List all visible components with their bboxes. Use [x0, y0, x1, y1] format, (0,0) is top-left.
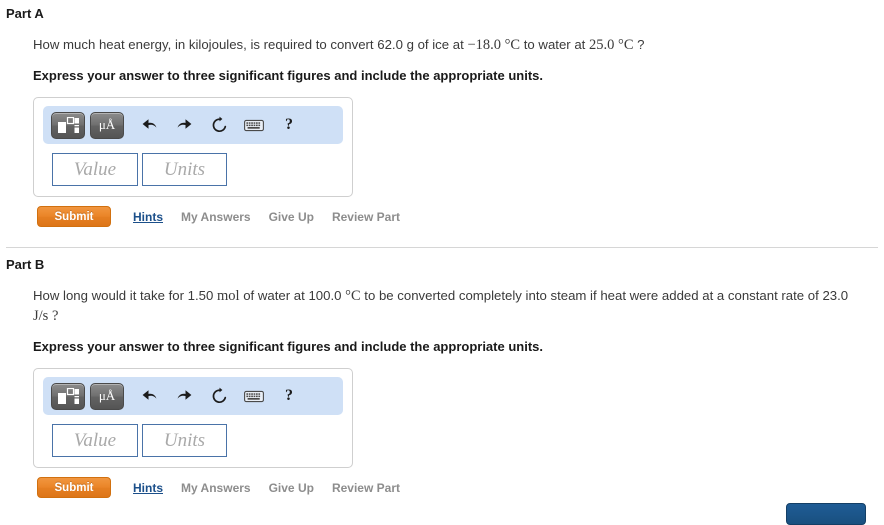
undo-glyph — [142, 119, 156, 129]
redo-glyph — [177, 390, 191, 400]
reset-glyph — [212, 387, 226, 404]
help-icon[interactable]: ? — [274, 383, 304, 410]
part-a-question: How much heat energy, in kilojoules, is … — [33, 35, 854, 55]
part-b-rate-unit: J/s — [33, 308, 49, 324]
keyboard-icon[interactable] — [239, 383, 269, 410]
part-b-toolbar: μÅ ? — [43, 377, 343, 415]
units-icon[interactable]: μÅ — [90, 111, 124, 139]
math-template-glyph — [58, 387, 79, 404]
part-a-review-part-link[interactable]: Review Part — [332, 210, 400, 224]
part-a-temp-final: 25.0 °C — [589, 37, 634, 53]
part-a-action-row: Submit Hints My Answers Give Up Review P… — [33, 206, 854, 227]
part-a-value-placeholder: Value — [73, 158, 117, 180]
part-b-temp-unit: °C — [345, 288, 361, 304]
reset-icon[interactable] — [204, 112, 234, 139]
part-b-body: How long would it take for 1.50 mol of w… — [0, 286, 884, 498]
units-button-label: μÅ — [98, 116, 116, 132]
part-b-question-suffix: ? — [48, 308, 59, 324]
next-button[interactable] — [786, 503, 866, 525]
reset-icon[interactable] — [204, 383, 234, 410]
part-a-title: Part A — [6, 6, 44, 21]
part-a-my-answers-link[interactable]: My Answers — [181, 210, 251, 224]
part-a-hints-link[interactable]: Hints — [133, 210, 163, 224]
part-a-units-input[interactable]: Units — [142, 153, 227, 186]
redo-glyph — [177, 119, 191, 129]
keyboard-icon[interactable] — [239, 112, 269, 139]
part-b-hints-link[interactable]: Hints — [133, 481, 163, 495]
part-b-title: Part B — [6, 257, 45, 272]
part-a-question-suffix: ? — [633, 37, 645, 52]
part-b-review-part-link[interactable]: Review Part — [332, 481, 400, 495]
part-a-units-placeholder: Units — [163, 158, 206, 180]
part-a-body: How much heat energy, in kilojoules, is … — [0, 35, 884, 227]
help-label: ? — [285, 116, 293, 133]
units-icon[interactable]: μÅ — [90, 382, 124, 410]
part-b-action-row: Submit Hints My Answers Give Up Review P… — [33, 477, 854, 498]
part-b-fields: Value Units — [43, 424, 343, 457]
redo-icon[interactable] — [169, 112, 199, 139]
part-b-my-answers-link[interactable]: My Answers — [181, 481, 251, 495]
part-b-links: Hints My Answers Give Up Review Part — [133, 481, 418, 495]
math-template-icon[interactable] — [51, 382, 85, 410]
redo-icon[interactable] — [169, 383, 199, 410]
part-b-section: Part B How long would it take for 1.50 m… — [0, 248, 884, 498]
help-icon[interactable]: ? — [274, 112, 304, 139]
help-label: ? — [285, 387, 293, 404]
part-a-instruction: Express your answer to three significant… — [33, 68, 543, 83]
part-b-question: How long would it take for 1.50 mol of w… — [33, 286, 854, 326]
part-a-submit-button[interactable]: Submit — [37, 206, 111, 227]
part-a-section: Part A How much heat energy, in kilojoul… — [0, 0, 884, 227]
part-b-units-input[interactable]: Units — [142, 424, 227, 457]
part-a-give-up-link[interactable]: Give Up — [269, 210, 314, 224]
part-b-question-mid1: of water at 100.0 — [239, 288, 346, 303]
undo-icon[interactable] — [134, 383, 164, 410]
part-b-units-placeholder: Units — [163, 429, 206, 451]
part-b-mol-unit: mol — [217, 288, 240, 304]
reset-glyph — [212, 116, 226, 133]
part-a-temp-initial: −18.0 °C — [467, 37, 521, 53]
units-button-label: μÅ — [98, 387, 116, 403]
math-template-icon[interactable] — [51, 111, 85, 139]
part-b-value-placeholder: Value — [73, 429, 117, 451]
part-b-instruction: Express your answer to three significant… — [33, 339, 543, 354]
part-b-submit-button[interactable]: Submit — [37, 477, 111, 498]
part-b-question-mid2: to be converted completely into steam if… — [360, 288, 849, 303]
keyboard-glyph — [244, 390, 264, 402]
part-a-value-input[interactable]: Value — [52, 153, 138, 186]
part-a-toolbar: μÅ ? — [43, 106, 343, 144]
part-b-give-up-link[interactable]: Give Up — [269, 481, 314, 495]
part-b-value-input[interactable]: Value — [52, 424, 138, 457]
undo-glyph — [142, 390, 156, 400]
part-a-answer-box: μÅ ? Value Units — [33, 97, 353, 197]
undo-icon[interactable] — [134, 112, 164, 139]
part-a-question-prefix: How much heat energy, in kilojoules, is … — [33, 37, 468, 52]
section-divider-wrap — [0, 227, 884, 248]
part-b-answer-box: μÅ ? Value Units — [33, 368, 353, 468]
math-template-glyph — [58, 116, 79, 133]
part-b-question-prefix: How long would it take for 1.50 — [33, 288, 217, 303]
part-a-fields: Value Units — [43, 153, 343, 186]
part-a-question-middle: to water at — [520, 37, 590, 52]
keyboard-glyph — [244, 119, 264, 131]
part-a-links: Hints My Answers Give Up Review Part — [133, 210, 418, 224]
